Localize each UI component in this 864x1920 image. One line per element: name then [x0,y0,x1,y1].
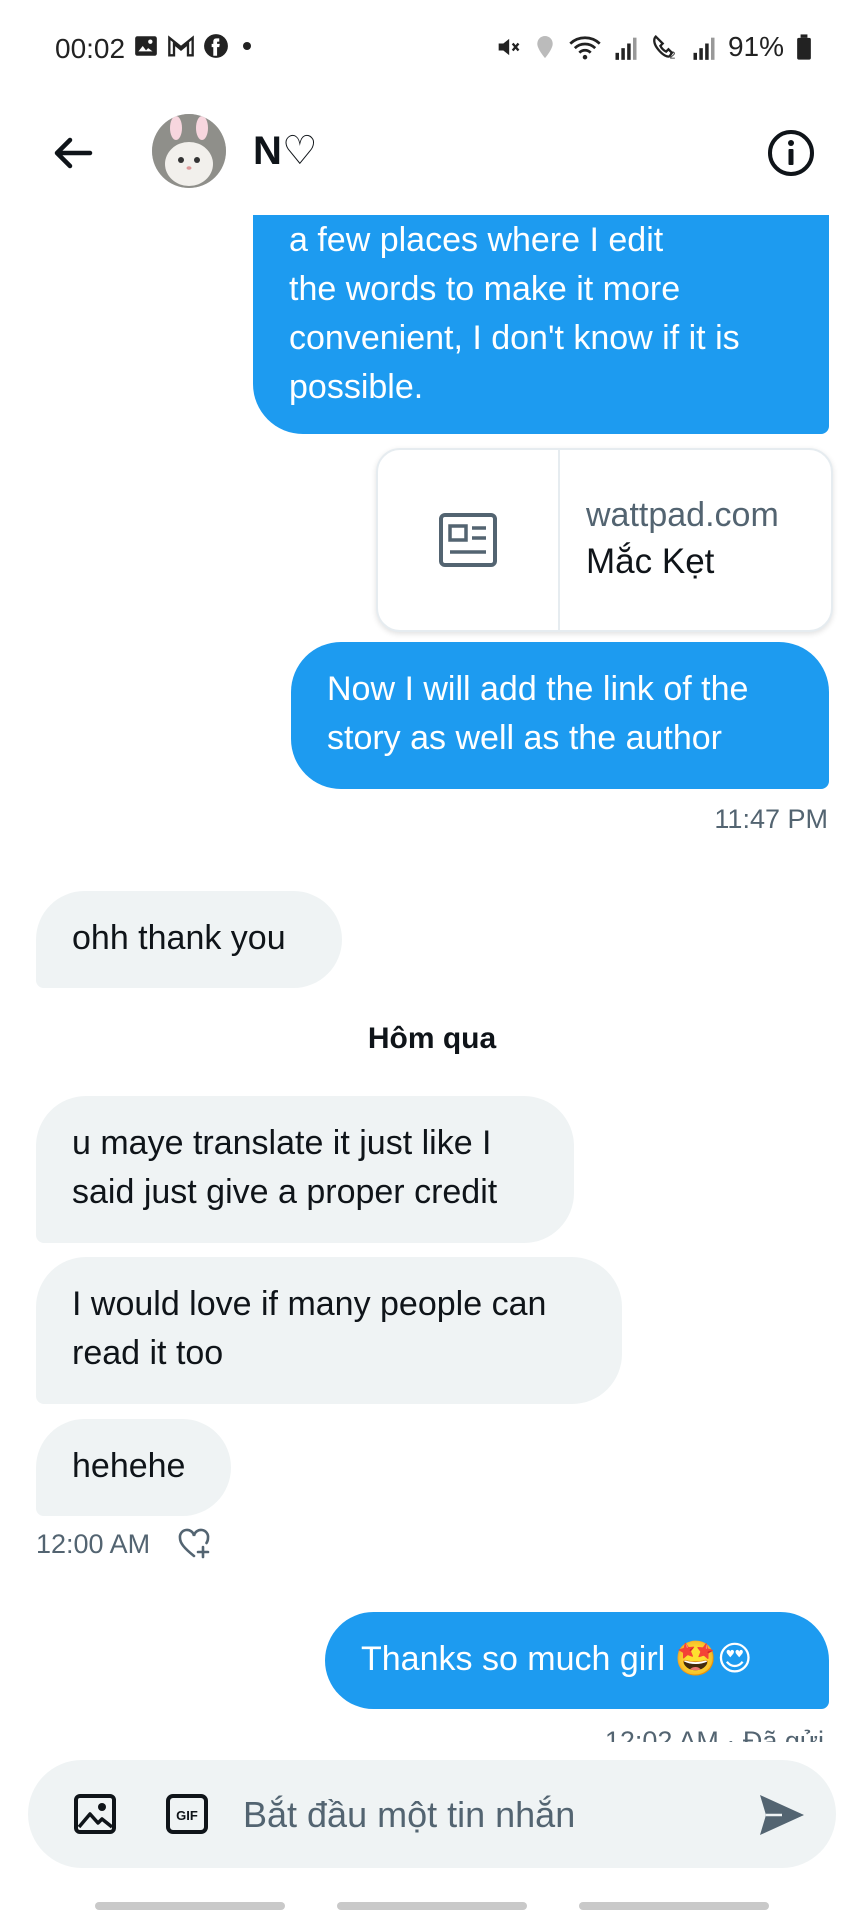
message-timestamp: 11:47 PM [714,804,828,834]
conversation-header: N♡ [0,100,864,215]
message-bubble-received[interactable]: u maye translate it just like I said jus… [36,1096,574,1243]
nav-handle [579,1902,769,1910]
arrow-left-icon [54,137,93,169]
battery-percent: 91% [727,31,784,62]
message-text: Thanks so much girl 🤩😍 [361,1640,753,1678]
message-bubble-sent[interactable]: Thanks so much girl 🤩😍 [325,1612,829,1709]
message-text: hehehe [72,1447,186,1485]
message-timestamp: 12:02 AM · Đã gửi [604,1726,824,1742]
gif-label: GIF [176,1808,198,1823]
wifi-icon [569,36,601,60]
back-button[interactable] [48,128,98,178]
status-time: 00:02 [55,33,126,64]
wifi-calling-icon: 2 [653,34,676,61]
message-composer: GIF [28,1760,836,1868]
message-text: a few places where I edit [289,221,664,259]
article-icon [439,513,497,567]
send-icon [760,1795,804,1835]
signal-icon [693,37,715,60]
message-bubble-received[interactable]: ohh thank you [36,891,342,988]
link-title: Mắc Kẹt [586,542,715,581]
heart-add-icon[interactable] [176,1526,212,1562]
message-text: story as well as the author [327,719,722,757]
message-timestamp: 12:00 AM [36,1529,151,1559]
facebook-icon [204,34,228,58]
svg-text:2: 2 [670,51,676,61]
send-button[interactable] [756,1790,806,1840]
message-text: Now I will add the link of the [327,670,749,708]
message-text: I would love if many people can [72,1285,547,1323]
message-text: read it too [72,1334,224,1372]
signal-icon [615,37,637,60]
message-text: the words to make it more [289,270,681,308]
navigation-bar [0,1900,864,1920]
location-icon [537,36,553,58]
message-text: convenient, I don't know if it is [289,319,740,357]
message-input[interactable] [241,1780,755,1850]
avatar-image [152,114,226,188]
image-icon [74,1794,116,1834]
mute-icon [498,38,520,56]
avatar[interactable] [152,114,226,188]
add-gif-button[interactable]: GIF [165,1792,209,1836]
gallery-icon [135,36,157,56]
nav-handle [337,1902,527,1910]
gmail-icon [168,35,194,57]
message-text: possible. [289,368,424,406]
dot-icon [243,42,251,50]
gif-icon: GIF [166,1794,208,1834]
link-thumbnail [378,450,560,630]
message-bubble-sent[interactable]: Now I will add the link of the story as … [291,642,829,789]
message-bubble-received[interactable]: hehehe [36,1419,231,1516]
link-domain: wattpad.com [586,496,779,534]
message-text: u maye translate it just like I [72,1124,492,1162]
info-icon [768,130,814,176]
message-bubble-received[interactable]: I would love if many people can read it … [36,1257,622,1404]
day-separator: Hôm qua [367,1022,497,1055]
add-image-button[interactable] [73,1792,117,1836]
nav-handle [95,1902,285,1910]
battery-icon [797,34,811,60]
status-bar: 00:02 2 91% [0,0,864,100]
link-preview-card[interactable]: wattpad.com Mắc Kẹt [376,448,833,632]
message-text: said just give a proper credit [72,1173,498,1211]
contact-name[interactable]: N♡ [253,128,318,174]
message-text: ohh thank you [72,919,286,957]
info-button[interactable] [766,128,816,178]
timestamp-clip: 12:02 AM · Đã gửi [560,1722,830,1742]
